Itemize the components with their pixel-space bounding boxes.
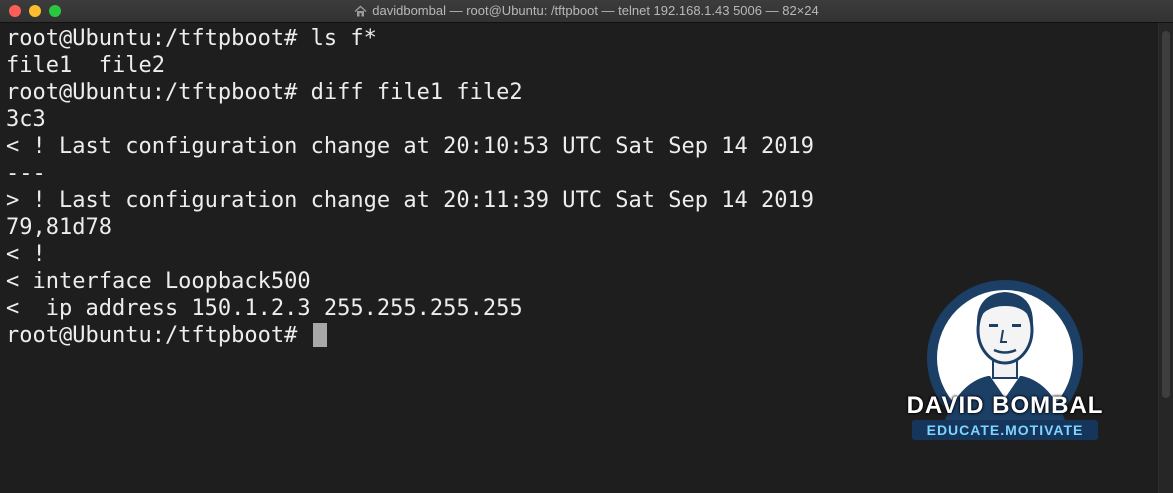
david-bombal-logo: DAVID BOMBAL EDUCATE.MOTIVATE [900, 270, 1110, 460]
terminal-output-line: --- [6, 161, 46, 186]
shell-command: diff file1 file2 [297, 80, 523, 105]
scrollbar-thumb[interactable] [1162, 31, 1170, 398]
terminal-prompt-line: root@Ubuntu:/tftpboot# ls f* [6, 25, 1159, 52]
window-title-container: davidbombal — root@Ubuntu: /tftpboot — t… [0, 3, 1173, 18]
window-title: davidbombal — root@Ubuntu: /tftpboot — t… [372, 3, 819, 18]
shell-prompt: root@Ubuntu:/tftpboot# [6, 26, 298, 51]
logo-name: DAVID BOMBAL [906, 392, 1104, 419]
terminal-prompt-line: root@Ubuntu:/tftpboot# diff file1 file2 [6, 79, 1159, 106]
text-cursor [312, 323, 327, 347]
shell-command: ls f* [297, 26, 377, 51]
shell-prompt: root@Ubuntu:/tftpboot# [6, 80, 298, 105]
vertical-scrollbar[interactable] [1158, 23, 1173, 493]
title-bar[interactable]: davidbombal — root@Ubuntu: /tftpboot — t… [0, 0, 1173, 23]
home-folder-icon [354, 5, 367, 17]
shell-command [297, 323, 310, 348]
terminal-output-line: 3c3 [6, 107, 46, 132]
terminal-output-line: 79,81d78 [6, 215, 112, 240]
shell-prompt: root@Ubuntu:/tftpboot# [6, 323, 298, 348]
terminal-output-line: file1 file2 [6, 53, 165, 78]
terminal-output-line: < ! [6, 242, 46, 267]
logo-tagline: EDUCATE.MOTIVATE [912, 420, 1098, 440]
terminal-window: davidbombal — root@Ubuntu: /tftpboot — t… [0, 0, 1173, 493]
terminal-output-line: > ! Last configuration change at 20:11:3… [6, 188, 814, 213]
terminal-output-line: < ! Last configuration change at 20:10:5… [6, 134, 814, 159]
